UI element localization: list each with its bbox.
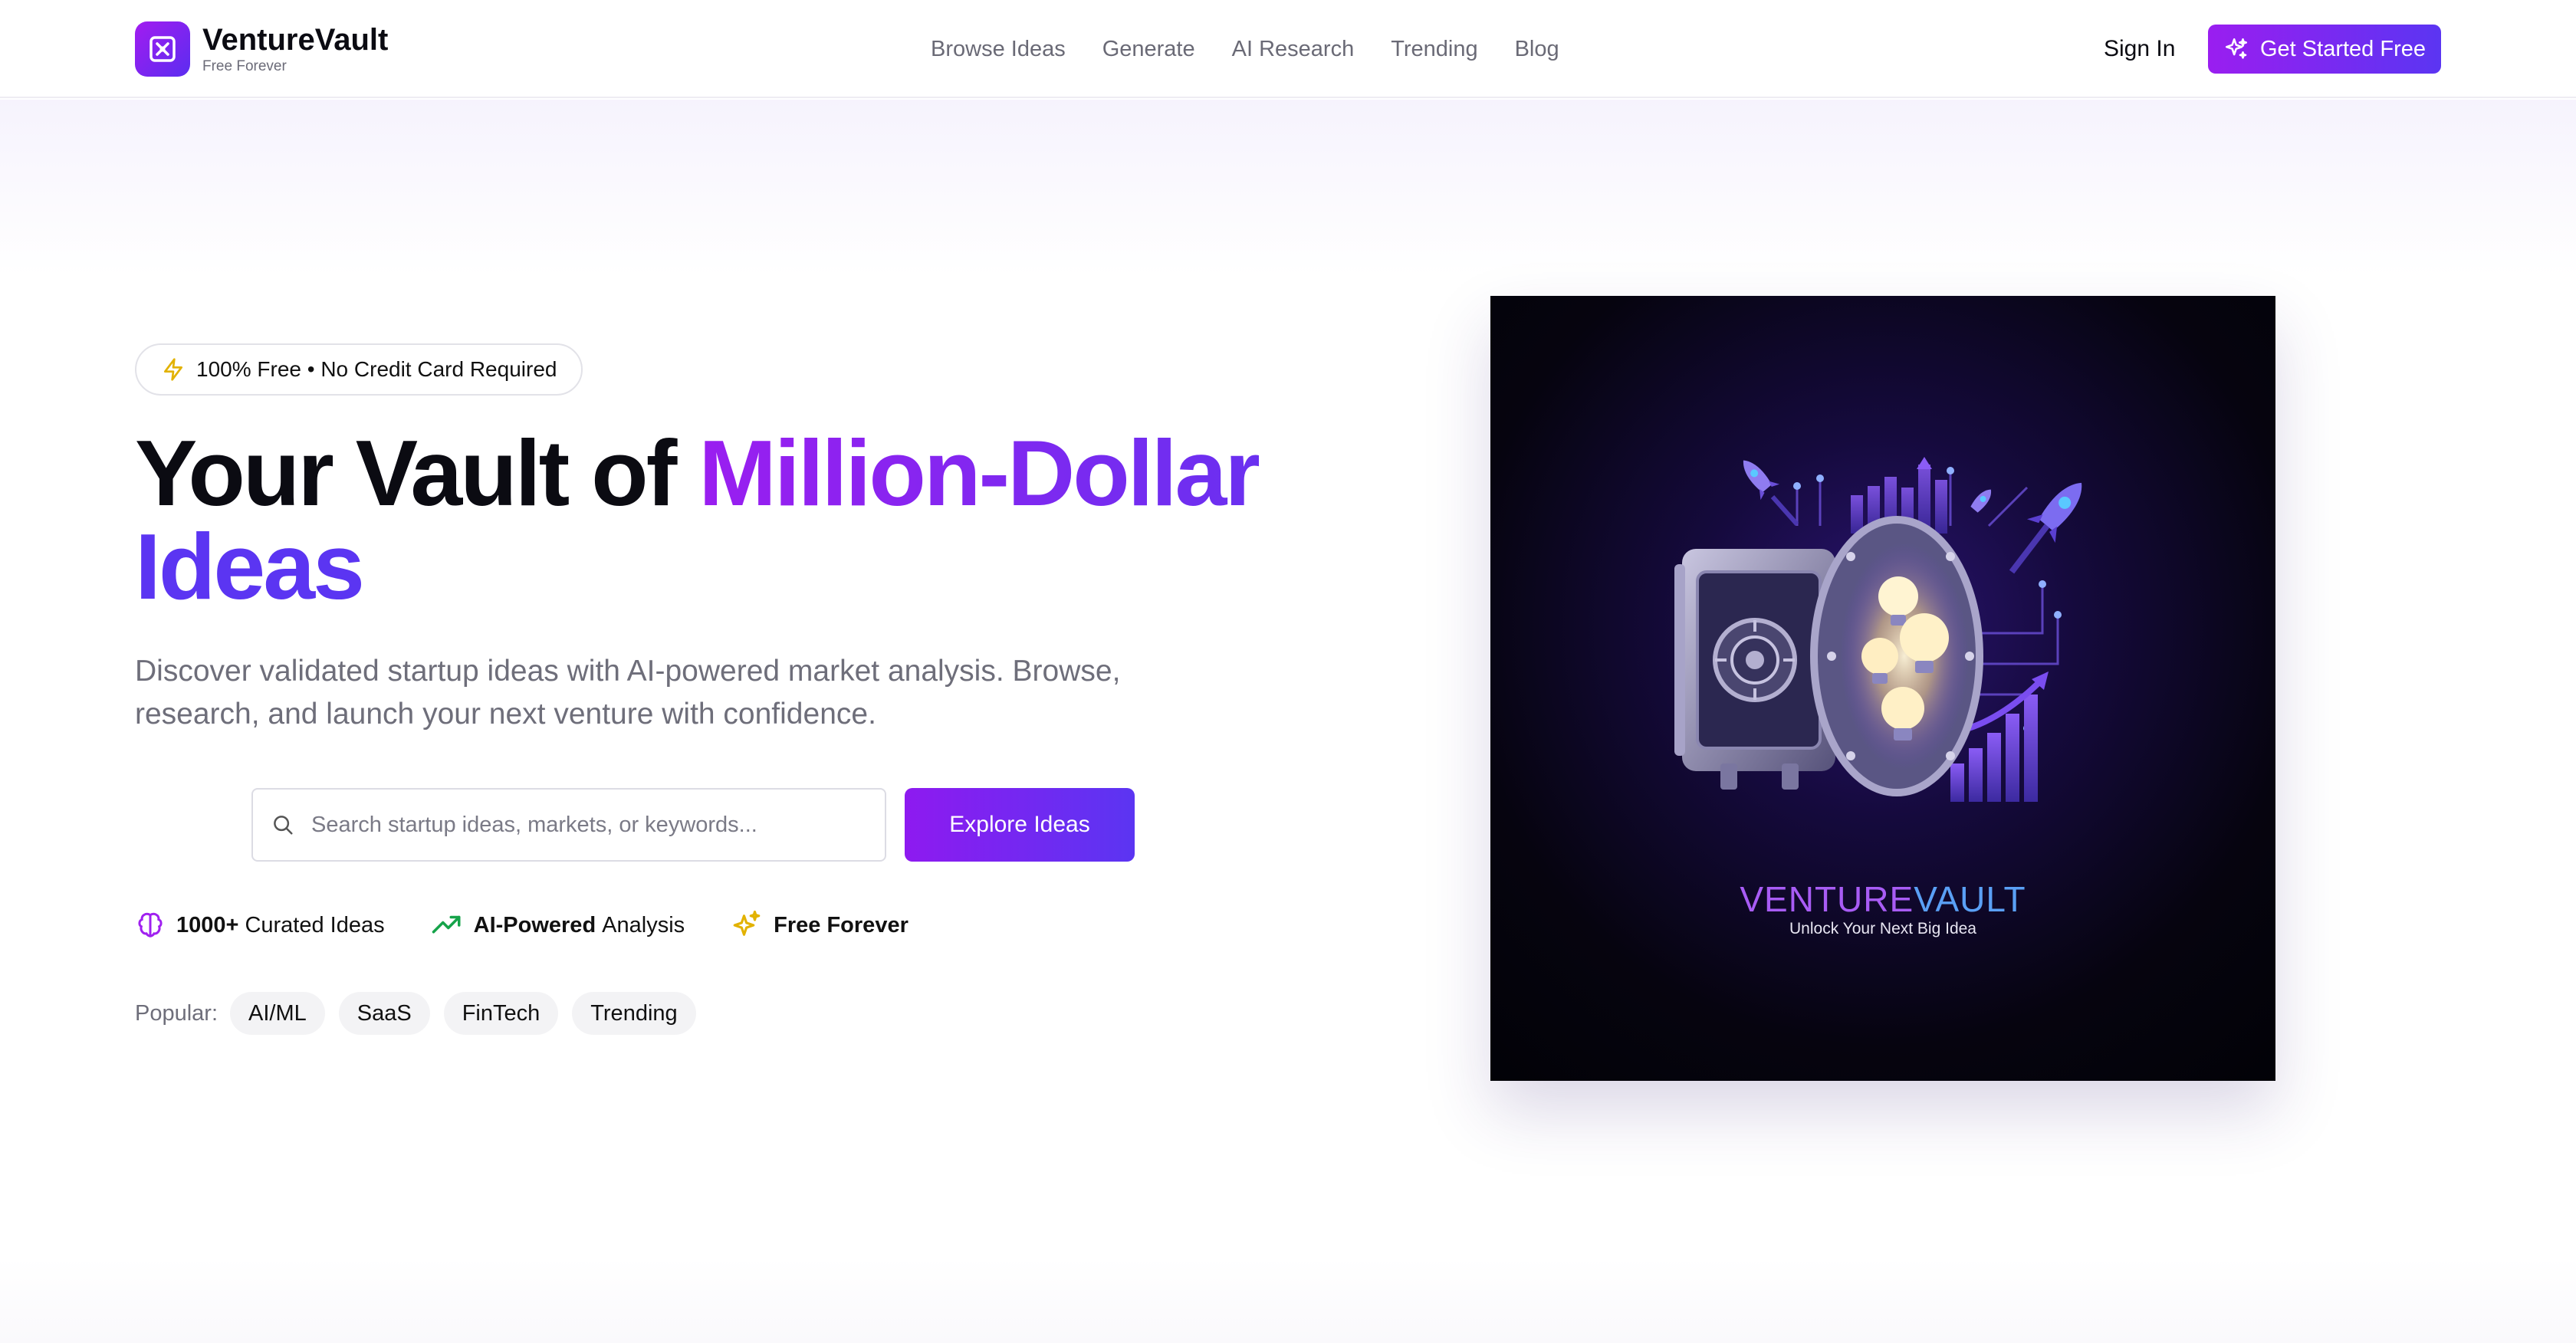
sparkles-icon	[2223, 36, 2249, 62]
free-badge: 100% Free • No Credit Card Required	[135, 343, 583, 396]
illustration-title-part1: VENTURE	[1740, 879, 1914, 919]
nav-trending[interactable]: Trending	[1391, 34, 1477, 64]
hero-background	[0, 100, 2576, 276]
feature-3-bold: Free Forever	[774, 912, 909, 937]
get-started-label: Get Started Free	[2260, 36, 2426, 61]
tag-trending[interactable]: Trending	[572, 992, 696, 1035]
illustration-tagline: Unlock Your Next Big Idea	[1789, 920, 1976, 937]
brand-subtitle: Free Forever	[202, 58, 287, 74]
tag-fintech[interactable]: FinTech	[443, 992, 559, 1035]
feature-2-bold: AI-Powered	[473, 912, 596, 937]
free-badge-text: 100% Free • No Credit Card Required	[196, 357, 557, 381]
feature-1-text: Curated Ideas	[245, 912, 385, 937]
search-icon	[271, 813, 294, 836]
illustration-title-part2: VAULT	[1914, 879, 2026, 919]
tag-ai-ml[interactable]: AI/ML	[230, 992, 325, 1035]
vault-illustration	[1674, 457, 2082, 802]
popular-label: Popular:	[135, 1000, 219, 1026]
headline-highlight: Million-Dollar	[698, 421, 1261, 525]
feature-2-text: Analysis	[602, 912, 685, 937]
popular-tags: Popular: AI/ML SaaS FinTech Trending	[135, 992, 710, 1035]
nav-generate[interactable]: Generate	[1102, 34, 1195, 64]
top-navbar: VentureVault Free Forever Browse Ideas G…	[0, 0, 2576, 98]
feature-highlights: 1000+ Curated Ideas AI-Powered Analysis …	[135, 909, 961, 941]
feature-1-bold: 1000+	[176, 912, 239, 937]
headline-part-1: Your Vault of	[135, 421, 699, 525]
search-input[interactable]	[311, 812, 879, 838]
nav-ai-research[interactable]: AI Research	[1232, 34, 1355, 64]
nav-blog[interactable]: Blog	[1515, 34, 1559, 64]
search-field[interactable]	[251, 788, 886, 862]
feature-free-forever: Free Forever	[731, 909, 915, 941]
get-started-button[interactable]: Get Started Free	[2208, 25, 2441, 74]
sign-in-link[interactable]: Sign In	[2104, 34, 2175, 64]
vault-logo-icon	[135, 21, 190, 77]
section-divider	[0, 1257, 2576, 1343]
brand-name: VentureVault	[202, 23, 389, 57]
trending-up-icon	[431, 909, 463, 941]
headline-part-3: Ideas	[135, 514, 365, 619]
feature-ai-analysis: AI-Powered Analysis	[431, 909, 685, 941]
hero-headline: Your Vault of Million-Dollar Ideas	[135, 426, 1362, 613]
main-nav: Browse Ideas Generate AI Research Trendi…	[931, 34, 1596, 64]
tag-saas[interactable]: SaaS	[338, 992, 430, 1035]
brain-icon	[135, 910, 166, 941]
hero-illustration: VENTUREVAULT Unlock Your Next Big Idea	[1490, 296, 2275, 1081]
lightning-icon	[161, 357, 186, 382]
feature-curated-ideas: 1000+ Curated Ideas	[135, 910, 385, 941]
hero-subtitle: Discover validated startup ideas with AI…	[135, 655, 1121, 731]
illustration-title: VENTUREVAULT	[1490, 878, 2275, 920]
brand-logo[interactable]: VentureVault Free Forever	[135, 21, 388, 77]
nav-browse-ideas[interactable]: Browse Ideas	[931, 34, 1066, 64]
explore-ideas-button[interactable]: Explore Ideas	[905, 788, 1135, 862]
sparkles-icon	[731, 909, 763, 941]
